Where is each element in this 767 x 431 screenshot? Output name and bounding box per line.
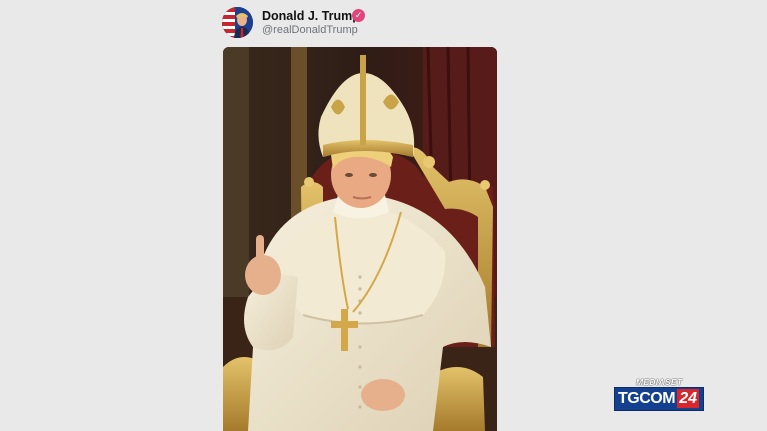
post-header: Donald J. Trump ✓ @realDonaldTrump	[222, 5, 522, 39]
tgcom24-logo: TGCOM 24	[614, 387, 704, 411]
tgcom24-watermark: MEDIASET TGCOM 24	[614, 377, 704, 411]
author-handle[interactable]: @realDonaldTrump	[262, 24, 358, 36]
post-image[interactable]	[223, 47, 497, 431]
avatar[interactable]	[222, 7, 253, 38]
author-name[interactable]: Donald J. Trump	[262, 9, 360, 23]
tgcom-label: TGCOM	[618, 390, 676, 407]
channel-number: 24	[677, 389, 699, 408]
pope-figure-image	[223, 47, 497, 431]
verified-check-icon: ✓	[352, 9, 365, 22]
mediaset-label: MEDIASET	[636, 377, 683, 387]
flag-avatar-icon	[222, 7, 253, 38]
